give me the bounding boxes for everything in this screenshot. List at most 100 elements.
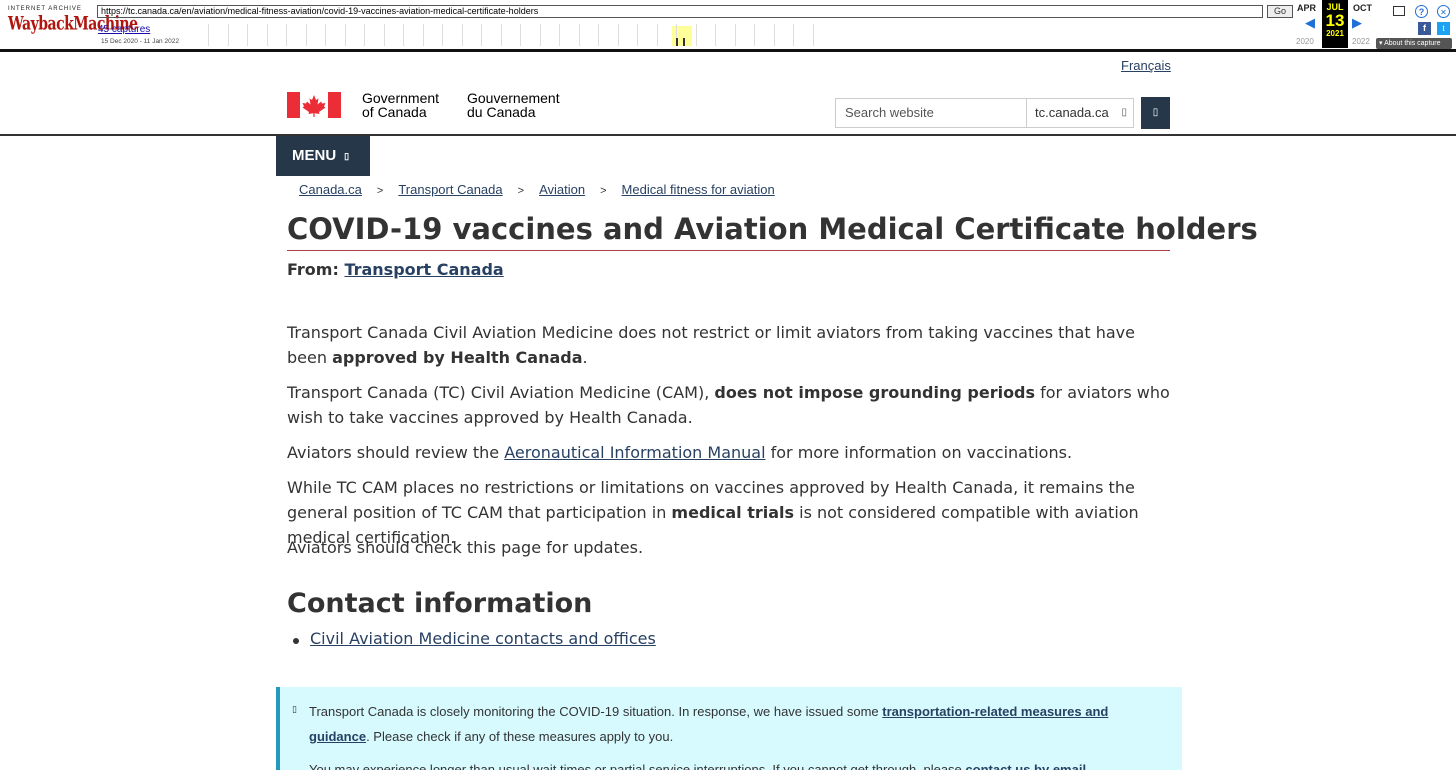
sparkline-month-divider [656,24,658,46]
facebook-icon[interactable]: f [1418,22,1431,35]
sparkline-selected-period [672,26,692,46]
wayback-date-range: 15 Dec 2020 - 11 Jan 2022 [101,38,179,45]
breadcrumb-item-transport-canada[interactable]: Transport Canada [398,182,502,197]
sparkline-month-divider [773,24,775,46]
signature-french: Gouvernement du Canada [467,91,560,119]
wayback-logo[interactable]: INTERNET ARCHIVE WaybackMachine [8,6,138,42]
paragraph-2: Transport Canada (TC) Civil Aviation Med… [287,380,1171,430]
contact-link[interactable]: Civil Aviation Medicine contacts and off… [310,629,656,648]
window-icon[interactable] [1393,6,1405,16]
wayback-url-input[interactable]: https://tc.canada.ca/en/aviation/medical… [97,5,1263,18]
sparkline-month-divider [286,24,287,46]
breadcrumb: Canada.ca > Transport Canada > Aviation > Medi… [299,182,775,197]
signature-english: Government of Canada [362,91,439,119]
wayback-about-label: About this capture [1384,40,1441,47]
sparkline-month-divider [520,24,521,46]
breadcrumb-item-canada[interactable]: Canada.ca [299,182,362,197]
government-signature[interactable]: Government of Canada Gouvernement du Can… [287,91,577,121]
search-icon: ▯ [1152,107,1159,118]
alert-text2-a: You may experience longer than usual wai… [309,762,966,770]
menu-label: MENU [292,147,337,164]
sparkline-month-divider [578,24,580,46]
breadcrumb-separator-icon: > [376,185,384,197]
breadcrumb-separator-icon: > [600,185,607,197]
sparkline-month-divider [247,24,248,46]
alert-email-link[interactable]: contact us by email [965,762,1086,770]
wayback-about-button[interactable]: ▾ About this capture [1376,38,1452,49]
alert-text-b: . Please check if any of these measures … [366,729,674,744]
paragraph-1: Transport Canada Civil Aviation Medicine… [287,320,1171,370]
sparkline-month-divider [227,24,229,46]
wayback-sparkline[interactable] [190,24,1292,46]
p2-bold: does not impose grounding periods [714,383,1036,402]
breadcrumb-item-medical-fitness[interactable]: Medical fitness for aviation [622,182,775,197]
p1-bold: approved by Health Canada [332,348,583,367]
wayback-go-button[interactable]: Go [1267,5,1293,18]
sparkline-month-divider [754,24,755,46]
language-toggle-link[interactable]: Français [1121,58,1171,73]
sig-fr-line2: du Canada [467,104,536,120]
wayback-prev-year[interactable]: 2020 [1296,37,1314,46]
sparkline-month-divider [325,24,326,46]
p3-text-a: Aviators should review the [287,443,505,462]
alert-text-2: You may experience longer than usual wai… [309,757,1149,770]
search-input[interactable]: Search website [835,98,1027,128]
sparkline-capture-bar [676,38,678,46]
canada-flag-icon [287,92,341,118]
sparkline-month-divider [208,24,209,46]
covid-alert-box: ▯ Transport Canada is closely monitoring… [276,687,1182,770]
sparkline-capture-bar [683,38,685,46]
sparkline-month-divider [442,24,443,46]
from-line: From: Transport Canada [287,260,504,279]
sparkline-month-divider [305,24,307,46]
sparkline-month-divider [403,24,404,46]
header-divider [0,134,1456,136]
wayback-prev-arrow-icon[interactable]: ◀ [1305,15,1315,31]
sparkline-month-divider [812,24,814,46]
sparkline-month-divider [383,24,385,46]
from-link-transport-canada[interactable]: Transport Canada [344,260,503,279]
p2-text-a: Transport Canada (TC) Civil Aviation Med… [287,383,715,402]
sparkline-month-divider [461,24,463,46]
help-icon[interactable]: ? [1415,5,1428,18]
sparkline-month-divider [422,24,424,46]
sparkline-month-divider [559,24,560,46]
wayback-toolbar: INTERNET ARCHIVE WaybackMachine https://… [0,0,1456,52]
wayback-logo-main: WaybackMachine [8,14,138,35]
sparkline-month-divider [539,24,541,46]
sparkline-month-divider [598,24,599,46]
search-button[interactable]: ▯ [1141,97,1170,129]
wayback-next-year[interactable]: 2022 [1352,37,1370,46]
breadcrumb-item-aviation[interactable]: Aviation [539,182,585,197]
close-icon[interactable]: ✕ [1437,5,1450,18]
twitter-icon[interactable]: t [1437,22,1450,35]
sparkline-month-divider [364,24,365,46]
from-label: From: [287,260,339,279]
sparkline-month-divider [695,24,697,46]
menu-caret-icon: ▯ [344,151,350,162]
wayback-logo-top: INTERNET ARCHIVE [8,6,82,12]
sparkline-month-divider [344,24,346,46]
chevron-down-icon: ▯ [1121,107,1127,118]
wayback-current-date: JUL 13 2021 [1322,0,1348,48]
sparkline-month-divider [266,24,268,46]
bullet-icon [293,638,299,644]
page-title: COVID-19 vaccines and Aviation Medical C… [287,209,1258,251]
menu-button[interactable]: MENU ▯ [276,136,370,176]
paragraph-3: Aviators should review the Aeronautical … [287,440,1171,465]
search-scope-select[interactable]: tc.canada.ca ▯ [1026,98,1134,128]
alert-text: Transport Canada is closely monitoring t… [309,699,1149,749]
info-icon: ▯ [292,705,297,715]
aim-link[interactable]: Aeronautical Information Manual [504,443,765,462]
wayback-next-arrow-icon[interactable]: ▶ [1352,15,1362,31]
p1-text-c: . [582,348,588,367]
breadcrumb-separator-icon: > [517,185,525,197]
sparkline-month-divider [500,24,502,46]
contact-heading: Contact information [287,588,593,619]
sparkline-month-divider [734,24,736,46]
wayback-captures-link[interactable]: 45 captures [98,24,150,35]
wayback-next-month[interactable]: OCT [1353,3,1372,13]
contact-list: Civil Aviation Medicine contacts and off… [293,629,656,648]
p4-bold: medical trials [671,503,795,522]
wayback-prev-month[interactable]: APR [1297,3,1316,13]
